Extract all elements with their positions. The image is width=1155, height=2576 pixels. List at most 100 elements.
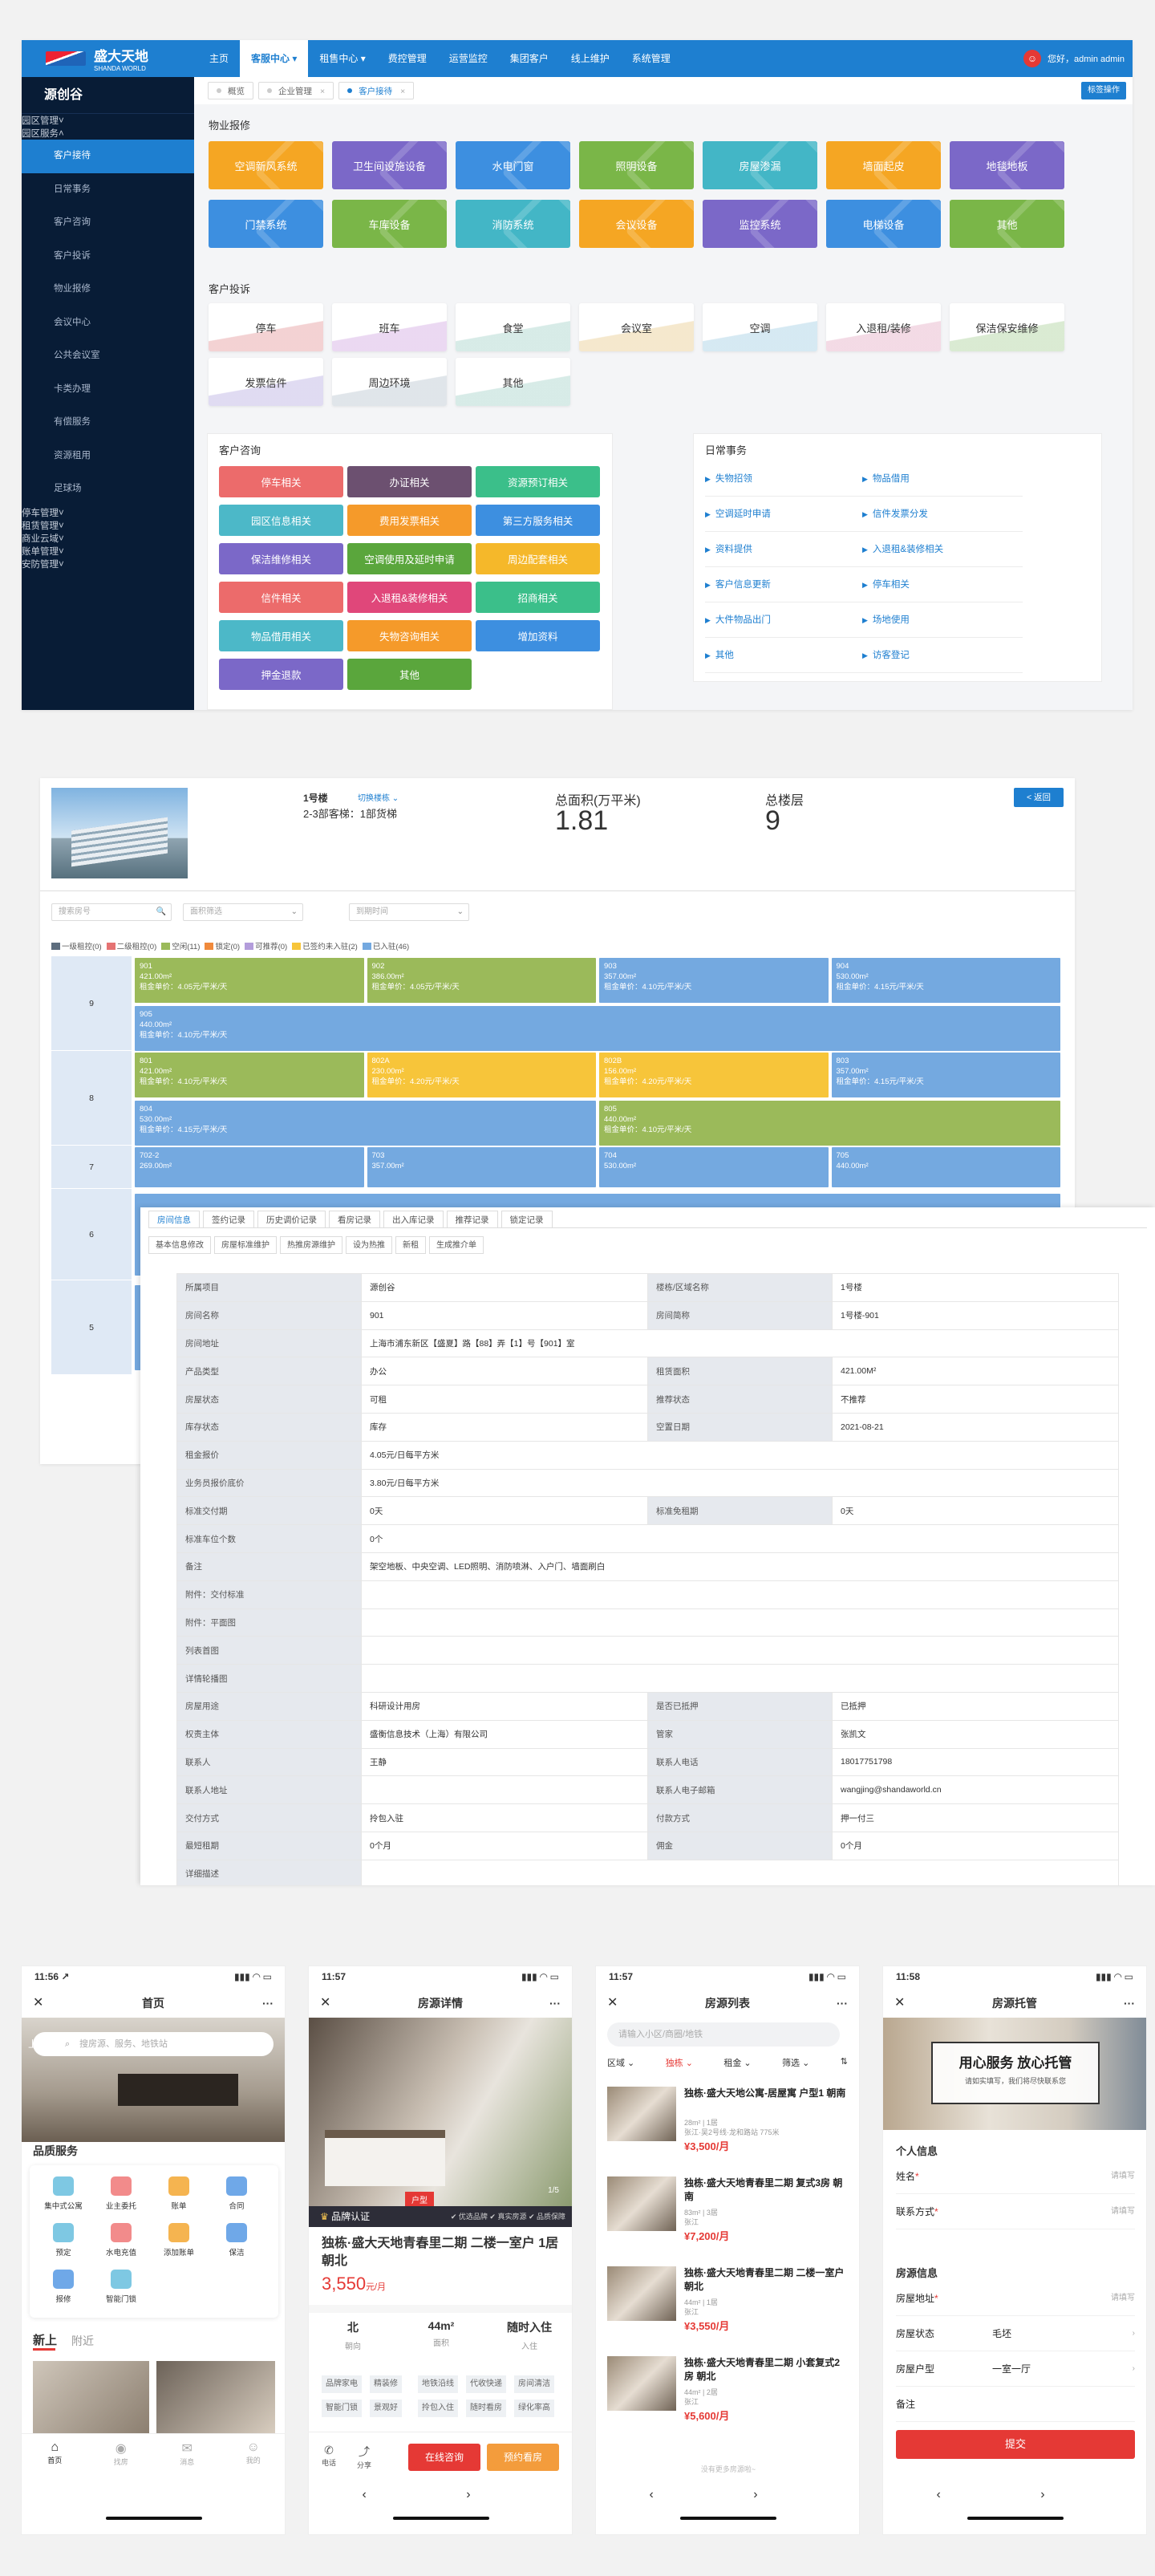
consult-button[interactable]: 第三方服务相关	[476, 505, 600, 536]
service-item[interactable]: 业主委托	[97, 2176, 145, 2211]
browser-nav[interactable]: ‹ ›	[596, 2488, 859, 2502]
repair-tile[interactable]: 卫生间设施设备	[332, 141, 447, 189]
listing-card[interactable]: 独栋·盛大天地青春里二期 复式3房 朝南 83m² | 3居 张江 ¥7,200/月	[607, 2176, 848, 2257]
service-item[interactable]: 预定	[39, 2223, 87, 2258]
tab-new[interactable]: 新上	[33, 2331, 57, 2348]
top-nav-item[interactable]: 线上维护	[560, 40, 621, 77]
form-field[interactable]: 房屋状态 毛坯 ›	[896, 2316, 1135, 2351]
repair-tile[interactable]: 地毯地板	[950, 141, 1064, 189]
complaint-tile[interactable]: 食堂	[456, 303, 570, 351]
room-unit[interactable]: 801 421.00m² 租金单价：4.10元/平米/天	[135, 1053, 364, 1097]
repair-tile[interactable]: 墙面起皮	[826, 141, 941, 189]
close-icon[interactable]: ✕	[894, 1989, 905, 2018]
room-unit[interactable]: 904 530.00m² 租金单价：4.15元/平米/天	[831, 958, 1060, 1003]
daily-link[interactable]: 入退租&装修相关	[862, 532, 1023, 567]
repair-tile[interactable]: 会议设备	[579, 200, 694, 248]
list-filter[interactable]: 租金 ⌄	[723, 2056, 751, 2069]
form-field[interactable]: 联系方式* 请填写	[896, 2194, 1135, 2229]
sidebar-item[interactable]: 卡类办理	[22, 373, 194, 407]
user-menu[interactable]: ☺ 您好，admin admin	[1023, 40, 1125, 77]
consult-button[interactable]: 空调使用及延时申请	[347, 543, 472, 574]
top-nav-item[interactable]: 主页	[198, 40, 240, 77]
room-unit[interactable]: 704 530.00m²	[599, 1147, 829, 1187]
service-item[interactable]: 水电充值	[97, 2223, 145, 2258]
daily-link[interactable]: 客户信息更新	[705, 567, 865, 602]
listing-card[interactable]: 独栋·盛大天地青春里二期 二楼一室户 朝北 44m² | 1居 张江 ¥3,550/月	[607, 2266, 848, 2347]
daily-link[interactable]: 物品借用	[862, 461, 1023, 497]
room-photo[interactable]	[309, 2018, 572, 2206]
detail-tab[interactable]: 历史调价记录	[257, 1211, 326, 1228]
sidebar-item[interactable]: 会议中心	[22, 306, 194, 340]
area-filter-select[interactable]: 面积筛选 ⌄	[183, 903, 303, 921]
book-visit-button[interactable]: 预约看房	[487, 2444, 559, 2471]
service-item[interactable]: 集中式公寓	[39, 2176, 87, 2211]
top-nav-item[interactable]: 集团客户	[499, 40, 560, 77]
tab-nearby[interactable]: 附近	[71, 2333, 94, 2349]
list-filter[interactable]: ⇅	[841, 2056, 848, 2069]
room-unit[interactable]: 802A 230.00m² 租金单价：4.20元/平米/天	[367, 1053, 596, 1097]
browser-nav[interactable]: ‹ ›	[309, 2488, 572, 2502]
service-item[interactable]: 账单	[155, 2176, 203, 2211]
top-nav-item[interactable]: 客服中心 ▾	[240, 40, 309, 77]
daily-link[interactable]: 停车相关	[862, 567, 1023, 602]
top-nav-item[interactable]: 系统管理	[621, 40, 682, 77]
consult-button[interactable]: 招商相关	[476, 582, 600, 613]
service-item[interactable]: 报修	[39, 2270, 87, 2304]
repair-tile[interactable]: 门禁系统	[209, 200, 323, 248]
repair-tile[interactable]: 消防系统	[456, 200, 570, 248]
detail-tab[interactable]: 推荐记录	[446, 1211, 498, 1228]
daily-link[interactable]: 访客登记	[862, 638, 1023, 673]
room-unit[interactable]: 803 357.00m² 租金单价：4.15元/平米/天	[831, 1053, 1060, 1097]
close-icon[interactable]: ✕	[607, 1989, 618, 2018]
repair-tile[interactable]: 空调新风系统	[209, 141, 323, 189]
home-search-input[interactable]: 上海 ⌄ ⌕ 搜房源、服务、地铁站	[28, 2032, 274, 2056]
daily-link[interactable]: 空调延时申请	[705, 497, 865, 532]
detail-tab[interactable]: 房间信息	[148, 1211, 200, 1228]
bottom-tab[interactable]: ◉ 找房	[88, 2434, 155, 2478]
consult-button[interactable]: 押金退款	[219, 659, 343, 690]
daily-link[interactable]: 资料提供	[705, 532, 865, 567]
service-item[interactable]: 智能门锁	[97, 2270, 145, 2304]
consult-button[interactable]: 办证相关	[347, 466, 472, 497]
complaint-tile[interactable]: 空调	[703, 303, 817, 351]
room-unit[interactable]: 703 357.00m²	[367, 1147, 596, 1187]
complaint-tile[interactable]: 会议室	[579, 303, 694, 351]
top-nav-item[interactable]: 租售中心 ▾	[308, 40, 376, 77]
daily-link[interactable]: 场地使用	[862, 602, 1023, 638]
daily-link[interactable]: 大件物品出门	[705, 602, 865, 638]
share-button[interactable]: ⤴ 分享	[357, 2444, 371, 2470]
repair-tile[interactable]: 水电门窗	[456, 141, 570, 189]
top-nav-item[interactable]: 费控管理	[377, 40, 438, 77]
consult-button[interactable]: 增加资料	[476, 620, 600, 651]
form-field[interactable]: 姓名* 请填写	[896, 2159, 1135, 2194]
form-field[interactable]: 房屋户型 一室一厅 ›	[896, 2351, 1135, 2387]
sidebar-item[interactable]: 客户咨询	[22, 206, 194, 240]
listing-card[interactable]: 独栋·盛大天地青春里二期 小套复式2房 朝北 44m² | 2居 张江 ¥5,600/…	[607, 2356, 848, 2436]
service-item[interactable]: 添加账单	[155, 2223, 203, 2258]
detail-action-button[interactable]: 生成推介单	[429, 1236, 484, 1254]
complaint-tile[interactable]: 发票信件	[209, 358, 323, 406]
room-unit[interactable]: 702-2 269.00m²	[135, 1147, 364, 1187]
detail-action-button[interactable]: 基本信息修改	[148, 1236, 211, 1254]
repair-tile[interactable]: 房屋渗漏	[703, 141, 817, 189]
complaint-tile[interactable]: 停车	[209, 303, 323, 351]
more-icon[interactable]: ···	[1124, 1989, 1135, 2018]
detail-action-button[interactable]: 房屋标准维护	[214, 1236, 277, 1254]
consult-button[interactable]: 其他	[347, 659, 472, 690]
detail-tab[interactable]: 锁定记录	[500, 1211, 553, 1228]
back-button[interactable]: < 返回	[1014, 788, 1064, 807]
room-search-input[interactable]: 搜索房号 🔍	[51, 903, 172, 921]
form-field[interactable]: 房屋地址* 请填写	[896, 2281, 1135, 2316]
page-tab[interactable]: 客户接待 ×	[338, 82, 415, 99]
sidebar-item[interactable]: 园区管理˅	[22, 114, 194, 127]
listing-card[interactable]: 独栋·盛大天地公寓-居屋寓 户型1 朝南 28m² | 1居 张江·吴2号线·龙和路…	[607, 2087, 848, 2167]
online-consult-button[interactable]: 在线咨询	[408, 2444, 480, 2471]
expiry-filter-select[interactable]: 到期时间 ⌄	[349, 903, 469, 921]
detail-tab[interactable]: 出入库记录	[383, 1211, 444, 1228]
sidebar-item[interactable]: 客户接待	[22, 140, 194, 173]
sidebar-item[interactable]: 有偿服务	[22, 406, 194, 440]
detail-tab[interactable]: 看房记录	[329, 1211, 380, 1228]
consult-button[interactable]: 周边配套相关	[476, 543, 600, 574]
sidebar-item[interactable]: 足球场	[22, 473, 194, 506]
bottom-tab[interactable]: ✉ 消息	[154, 2434, 221, 2478]
